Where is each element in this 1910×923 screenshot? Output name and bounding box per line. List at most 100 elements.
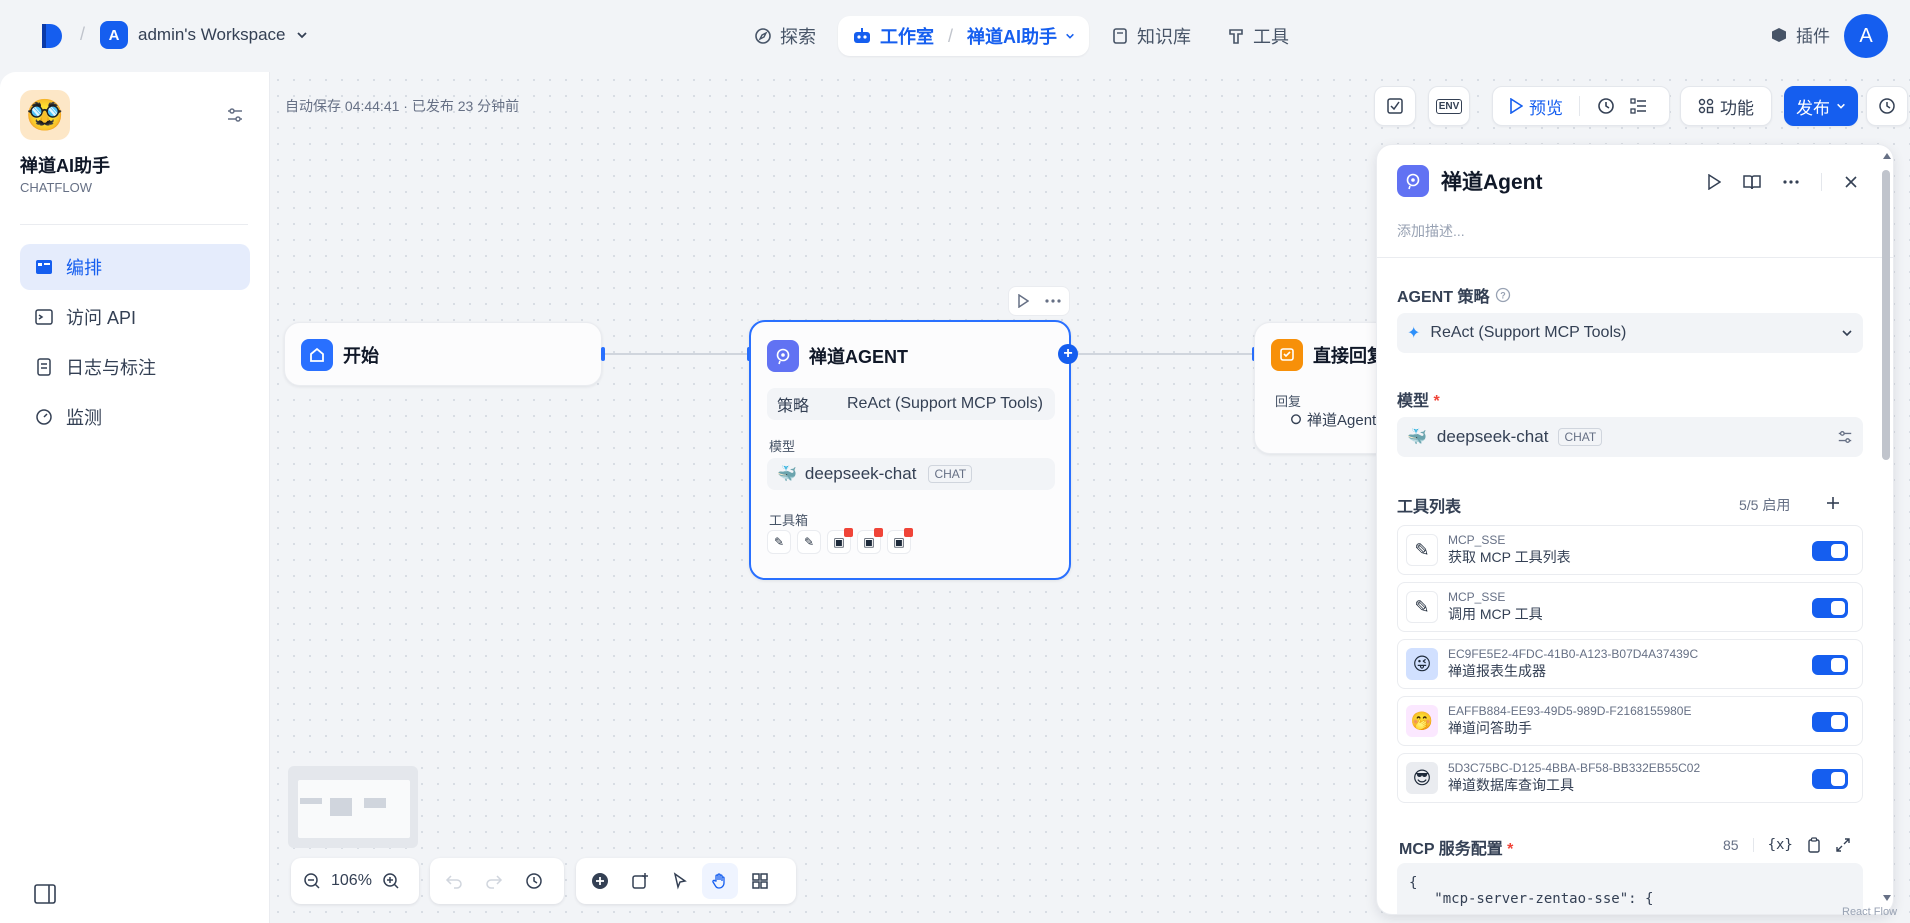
scroll-down-icon[interactable]	[1882, 894, 1892, 902]
model-select[interactable]: 🐳 deepseek-chat CHAT	[1397, 417, 1863, 457]
nav-explore[interactable]: 探索	[740, 16, 830, 56]
sidebar-item-label: 日志与标注	[66, 358, 156, 378]
start-node[interactable]: 开始	[284, 322, 602, 386]
settings-sliders-icon[interactable]	[226, 106, 244, 124]
checklist-button[interactable]	[1374, 86, 1416, 126]
checklist-icon[interactable]	[1630, 97, 1648, 115]
features-button[interactable]: 功能	[1680, 86, 1772, 126]
tool-provider: MCP_SSE	[1448, 533, 1506, 547]
grid-icon	[1698, 98, 1714, 114]
insert-variable-icon[interactable]: {x}	[1768, 837, 1793, 853]
expand-icon[interactable]	[1835, 837, 1851, 853]
sidebar-item-label: 编排	[66, 258, 102, 278]
add-block-icon[interactable]	[582, 863, 618, 899]
mcp-icon: ✎	[1406, 591, 1438, 623]
svg-text:?: ?	[1501, 291, 1507, 301]
agent-node[interactable]: 禅道AGENT 策略 ReAct (Support MCP Tools) 模型 …	[749, 320, 1071, 580]
hand-icon[interactable]	[702, 863, 738, 899]
nav-studio-label: 工作室	[880, 27, 934, 47]
tool-provider: MCP_SSE	[1448, 590, 1506, 604]
preview-button[interactable]: 预览	[1509, 94, 1563, 119]
nav-explore-label: 探索	[780, 27, 816, 47]
sidebar-item-monitor[interactable]: 监测	[20, 394, 250, 440]
nav-knowledge[interactable]: 知识库	[1097, 16, 1205, 56]
model-row: 🐳 deepseek-chat CHAT	[767, 458, 1055, 490]
minimap[interactable]	[288, 766, 418, 848]
undo-icon[interactable]	[436, 863, 472, 899]
tool-toggle[interactable]	[1812, 541, 1848, 561]
tool-item[interactable]: 😜 EC9FE5E2-4FDC-41B0-A123-B07D4A37439C 禅道…	[1397, 639, 1863, 689]
layout-organize-icon[interactable]	[742, 863, 778, 899]
workspace-switcher[interactable]: A admin's Workspace	[100, 21, 308, 49]
description-input[interactable]: 添加描述...	[1397, 221, 1465, 241]
add-tool-icon[interactable]	[1825, 495, 1841, 511]
play-icon[interactable]	[1707, 174, 1721, 190]
start-output-handle[interactable]	[601, 347, 605, 361]
mcp-config-editor[interactable]: { "mcp-server-zentao-sse": {	[1397, 863, 1863, 914]
env-button[interactable]: ENV	[1428, 86, 1470, 126]
sidebar-item-label: 访问 API	[66, 308, 137, 328]
strategy-row: 策略 ReAct (Support MCP Tools)	[767, 388, 1055, 420]
tool-toggle[interactable]	[1812, 655, 1848, 675]
divider	[1377, 257, 1893, 258]
history-run-icon[interactable]	[1596, 96, 1616, 116]
zoom-level[interactable]: 106%	[331, 872, 372, 890]
tool-toggle[interactable]	[1812, 598, 1848, 618]
chevron-down-icon	[1842, 330, 1852, 337]
model-label: 模型	[1397, 393, 1430, 410]
env-icon: ENV	[1435, 98, 1463, 114]
package-icon: ▣	[857, 528, 883, 554]
plugins-label: 插件	[1796, 27, 1830, 46]
publish-button[interactable]: 发布	[1784, 86, 1858, 126]
more-icon[interactable]	[1045, 299, 1061, 303]
model-tag: CHAT	[928, 465, 973, 483]
more-icon[interactable]	[1783, 180, 1799, 184]
top-navigation: / A admin's Workspace 探索 工作室 / 禅道AI助手 知识…	[0, 0, 1910, 72]
settings-sliders-icon[interactable]	[1837, 429, 1853, 445]
sidebar-item-api[interactable]: 访问 API	[20, 294, 250, 340]
zoom-in-icon[interactable]	[376, 863, 406, 899]
answer-node-title: 直接回复	[1313, 346, 1385, 366]
panel-actions	[1707, 173, 1858, 191]
tool-item[interactable]: ✎ MCP_SSE 获取 MCP 工具列表	[1397, 525, 1863, 575]
panel-scrollbar[interactable]	[1882, 170, 1890, 460]
nav-separator: /	[948, 25, 954, 46]
history-icon[interactable]	[516, 863, 552, 899]
zoom-out-icon[interactable]	[297, 863, 327, 899]
model-label: 模型	[769, 439, 796, 454]
tool-item[interactable]: ✎ MCP_SSE 调用 MCP 工具	[1397, 582, 1863, 632]
dify-logo[interactable]	[40, 22, 64, 50]
pointer-icon[interactable]	[662, 863, 698, 899]
tool-toggle[interactable]	[1812, 712, 1848, 732]
user-avatar[interactable]: A	[1844, 14, 1888, 58]
sidebar-item-logs[interactable]: 日志与标注	[20, 344, 250, 390]
plugins-link[interactable]: 插件	[1770, 22, 1830, 47]
start-node-title: 开始	[343, 346, 379, 366]
close-icon[interactable]	[1844, 175, 1858, 189]
required-mark: *	[1433, 393, 1440, 410]
tool-item[interactable]: 🤭 EAFFB884-EE93-49D5-989D-F2168155980E 禅道…	[1397, 696, 1863, 746]
book-open-icon[interactable]	[1743, 174, 1761, 190]
tool-name: 禅道数据库查询工具	[1448, 777, 1574, 793]
monitor-icon	[36, 409, 52, 425]
tool-item[interactable]: 😎 5D3C75BC-D125-4BBA-BF58-BB332EB55C02 禅道…	[1397, 753, 1863, 803]
scroll-up-icon[interactable]	[1882, 152, 1892, 160]
add-node-icon[interactable]: +	[1058, 344, 1078, 364]
collapse-sidebar-icon[interactable]	[34, 884, 56, 904]
history-icon	[1879, 98, 1895, 114]
redo-icon[interactable]	[476, 863, 512, 899]
chevron-down-icon	[296, 32, 307, 39]
nav-tools[interactable]: 工具	[1213, 16, 1303, 56]
canvas-toolbar: ENV 预览 功能 发布	[1374, 86, 1908, 126]
help-icon[interactable]: ?	[1495, 287, 1511, 303]
version-history-button[interactable]	[1866, 86, 1908, 126]
nav-studio[interactable]: 工作室 / 禅道AI助手	[838, 16, 1090, 56]
sidebar-item-orchestrate[interactable]: 编排	[20, 244, 250, 290]
copy-icon[interactable]	[1807, 837, 1821, 853]
preview-label: 预览	[1529, 98, 1563, 118]
tool-toggle[interactable]	[1812, 769, 1848, 789]
strategy-select[interactable]: ✦ ReAct (Support MCP Tools)	[1397, 313, 1863, 353]
play-icon[interactable]	[1017, 294, 1029, 308]
add-note-icon[interactable]	[622, 863, 658, 899]
panel-title[interactable]: 禅道Agent	[1441, 166, 1543, 196]
